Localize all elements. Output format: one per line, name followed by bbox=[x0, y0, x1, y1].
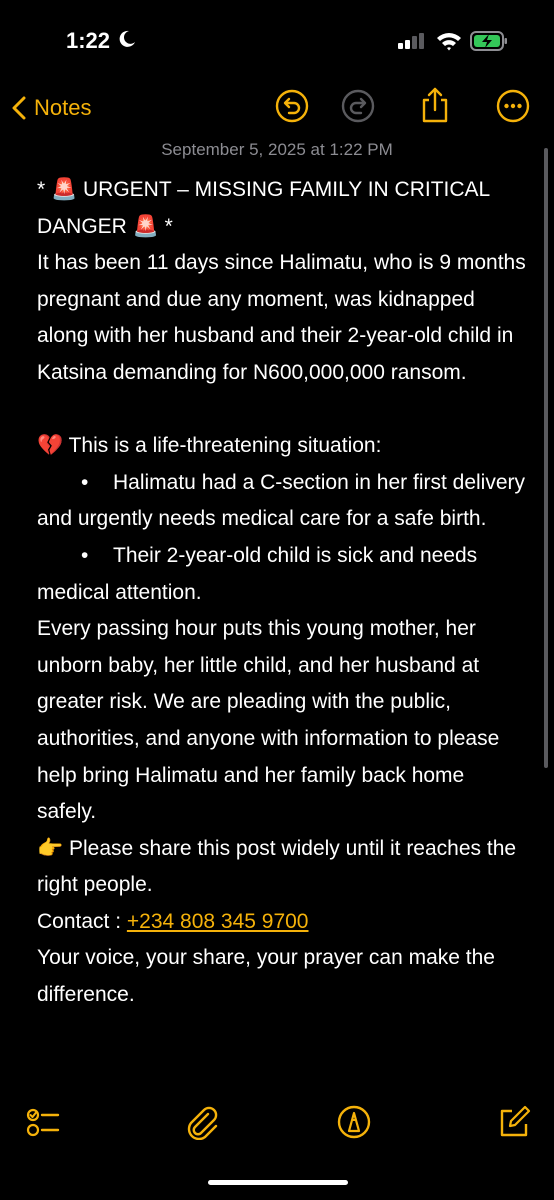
checklist-icon[interactable] bbox=[24, 1104, 60, 1140]
moon-icon bbox=[119, 30, 135, 47]
attachment-icon[interactable] bbox=[184, 1104, 220, 1140]
markup-icon[interactable] bbox=[336, 1104, 372, 1140]
undo-icon[interactable] bbox=[275, 89, 309, 123]
closing-line: Your voice, your share, your prayer can … bbox=[37, 946, 495, 1007]
bottom-toolbar bbox=[0, 1100, 554, 1144]
compose-icon[interactable] bbox=[496, 1104, 532, 1140]
redo-icon[interactable] bbox=[341, 89, 375, 123]
scrollbar[interactable] bbox=[544, 148, 548, 768]
note-heading: * 🚨 URGENT – MISSING FAMILY IN CRITICAL … bbox=[37, 178, 490, 238]
bullet-item: • Halimatu had a C-section in her first d… bbox=[37, 465, 527, 538]
status-time: 1:22 bbox=[66, 28, 111, 53]
share-line: 👉 Please share this post widely until it… bbox=[37, 836, 517, 897]
contact-line: Contact : +234 808 345 9700 bbox=[37, 904, 527, 941]
wifi-icon bbox=[437, 33, 461, 51]
bullet-dot: • bbox=[81, 470, 89, 494]
nav-bar: Notes bbox=[0, 86, 554, 130]
note-body[interactable]: * 🚨 URGENT – MISSING FAMILY IN CRITICAL … bbox=[37, 172, 527, 1014]
note-date: September 5, 2025 at 1:22 PM bbox=[161, 140, 393, 159]
back-button[interactable]: Notes bbox=[12, 92, 91, 124]
share-icon[interactable] bbox=[418, 86, 452, 124]
home-indicator[interactable] bbox=[208, 1180, 348, 1185]
contact-label: Contact : bbox=[37, 909, 127, 933]
bullet-dot: • bbox=[81, 543, 89, 567]
phone-link[interactable]: +234 808 345 9700 bbox=[127, 910, 309, 933]
note-paragraph: Every passing hour puts this young mothe… bbox=[37, 617, 500, 824]
more-icon[interactable] bbox=[496, 89, 530, 123]
status-bar: 1:22 bbox=[0, 0, 554, 80]
bullet-item: • Their 2-year-old child is sick and need… bbox=[37, 538, 527, 611]
chevron-left-icon bbox=[12, 96, 26, 120]
note-paragraph: It has been 11 days since Halimatu, who … bbox=[37, 251, 526, 384]
cellular-signal-icon bbox=[398, 33, 424, 49]
battery-charging-icon bbox=[470, 31, 507, 51]
back-label: Notes bbox=[34, 95, 92, 120]
situation-line: 💔 This is a life-threatening situation: bbox=[37, 434, 382, 458]
